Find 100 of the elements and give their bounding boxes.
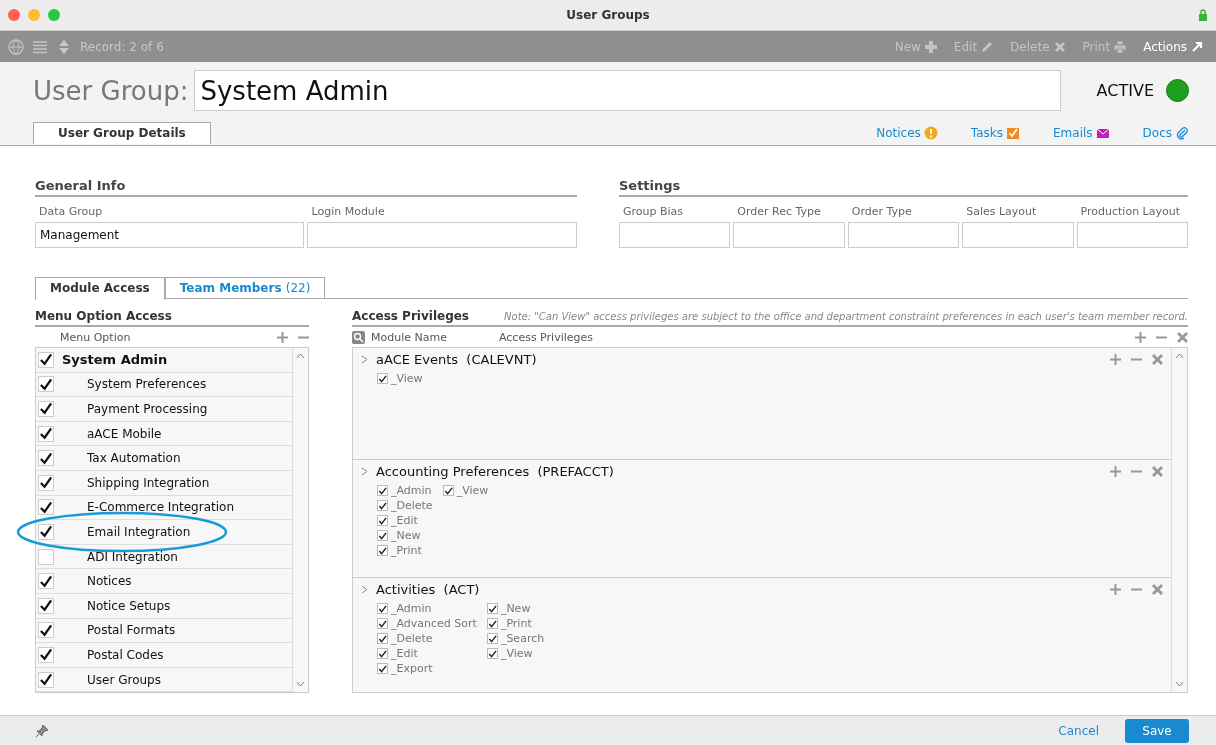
tab[interactable]: User Group Details xyxy=(33,122,211,144)
checkbox[interactable] xyxy=(486,603,498,614)
scroll-down-icon[interactable] xyxy=(296,681,305,687)
list-icon[interactable] xyxy=(32,38,48,55)
scroll-up-icon[interactable] xyxy=(296,353,305,359)
delete-icon[interactable] xyxy=(1152,584,1163,595)
scroll-down-icon[interactable] xyxy=(1175,681,1184,687)
toolbar-button[interactable]: Actions xyxy=(1139,37,1208,56)
chevron-icon[interactable] xyxy=(361,355,368,364)
delete-icon[interactable] xyxy=(1177,331,1188,343)
scroll-up-icon[interactable] xyxy=(1175,353,1184,359)
plus-icon[interactable] xyxy=(277,331,288,343)
plus-icon xyxy=(923,39,938,54)
module-name: Accounting Preferences (PREFACCT) xyxy=(376,464,614,479)
input-field[interactable] xyxy=(618,222,731,248)
menu-option: System Admin xyxy=(62,352,168,368)
checkbox[interactable] xyxy=(377,603,388,614)
plus-icon[interactable] xyxy=(1110,354,1121,365)
privilege-label: _Delete xyxy=(391,499,433,512)
header-link[interactable]: Tasks xyxy=(970,126,1020,140)
input-field[interactable] xyxy=(307,222,577,248)
name-field[interactable]: System Admin xyxy=(194,70,1061,111)
header-link[interactable]: Emails xyxy=(1053,126,1110,140)
checkbox[interactable] xyxy=(377,530,388,541)
cancel-button[interactable]: Cancel xyxy=(1050,719,1107,742)
section-title: Settings xyxy=(618,178,1188,197)
panel-title: Access Privileges xyxy=(352,309,469,323)
privilege-label: _New xyxy=(500,602,531,615)
scroll-bar[interactable] xyxy=(292,348,308,692)
menu-option: Postal Codes xyxy=(62,647,164,662)
menu-option: Postal Formats xyxy=(62,623,176,638)
record-counter: Record: 2 of 6 xyxy=(80,39,164,54)
input-field[interactable] xyxy=(847,222,960,248)
field-label: Order Rec Type xyxy=(736,205,822,220)
privilege-label: _Print xyxy=(391,544,422,557)
panel-title: Menu Option Access xyxy=(35,309,172,323)
privilege-label: _Edit xyxy=(391,647,418,660)
chevron-icon[interactable] xyxy=(361,467,368,476)
menu-option: Notices xyxy=(62,574,132,589)
scroll-bar[interactable] xyxy=(1171,348,1187,692)
menu-option: User Groups xyxy=(62,672,161,687)
checkbox[interactable] xyxy=(442,485,454,496)
module-name: aACE Events (CALEVNT) xyxy=(376,352,537,367)
menu-option: Payment Processing xyxy=(62,402,208,416)
checkbox[interactable] xyxy=(486,648,498,659)
plus-icon[interactable] xyxy=(1110,466,1121,477)
window-control-button[interactable] xyxy=(48,9,60,21)
delete-icon[interactable] xyxy=(1152,354,1163,365)
header-link[interactable]: Notices xyxy=(876,126,938,140)
privilege-label: _Search xyxy=(500,632,545,645)
search-icon[interactable] xyxy=(352,330,365,344)
chevron-icon[interactable] xyxy=(361,585,368,594)
checkbox[interactable] xyxy=(486,618,498,629)
input-field[interactable] xyxy=(733,222,845,248)
menu-option: aACE Mobile xyxy=(62,426,162,441)
checkbox[interactable] xyxy=(377,648,388,659)
status-label: ACTIVE xyxy=(1096,81,1154,100)
section-title: General Info xyxy=(35,178,577,197)
checkbox[interactable] xyxy=(377,373,388,384)
field-label: Data Group xyxy=(38,205,104,220)
tab[interactable]: Team Members (22) xyxy=(164,277,326,298)
field-label: Production Layout xyxy=(1079,205,1181,220)
menu-option: System Preferences xyxy=(62,377,207,392)
input-field[interactable]: Management xyxy=(35,222,305,248)
privilege-label: _Print xyxy=(500,617,532,630)
window-title: User Groups xyxy=(566,8,650,22)
plus-icon[interactable] xyxy=(1110,584,1121,595)
sort-arrows-icon[interactable] xyxy=(56,38,72,55)
pencil-icon xyxy=(980,39,995,54)
save-button[interactable]: Save xyxy=(1125,718,1189,743)
printer-icon xyxy=(1113,39,1128,54)
header-link[interactable]: Docs xyxy=(1142,126,1189,140)
privilege-label: _New xyxy=(391,529,421,542)
field-label: Sales Layout xyxy=(965,205,1038,220)
privilege-label: _View xyxy=(500,647,533,660)
field-label: Group Bias xyxy=(621,205,684,220)
plus-icon[interactable] xyxy=(1135,331,1146,343)
pin-icon[interactable] xyxy=(35,723,49,738)
checkbox[interactable] xyxy=(486,633,498,644)
checkbox[interactable] xyxy=(377,500,388,511)
privilege-label: _Admin xyxy=(391,602,432,615)
checkbox[interactable] xyxy=(377,663,388,674)
paperclip-icon xyxy=(1175,126,1189,140)
delete-icon[interactable] xyxy=(1152,466,1163,477)
checkbox[interactable] xyxy=(377,633,388,644)
checkbox[interactable] xyxy=(377,618,388,629)
input-field[interactable] xyxy=(1076,222,1188,248)
menu-option: Notice Setups xyxy=(62,598,171,613)
globe-icon[interactable] xyxy=(8,38,24,55)
input-field[interactable] xyxy=(962,222,1074,248)
checkbox[interactable] xyxy=(377,485,388,496)
window-control-button[interactable] xyxy=(8,9,20,21)
checkbox[interactable] xyxy=(377,515,388,526)
privilege-label: _View xyxy=(456,484,489,497)
alert-icon xyxy=(923,126,938,140)
envelope-icon xyxy=(1095,126,1110,140)
checkbox[interactable] xyxy=(377,545,388,556)
tab[interactable]: Module Access xyxy=(35,277,165,300)
field-label: Order Type xyxy=(850,205,913,220)
column-header: Module Name xyxy=(371,330,447,344)
